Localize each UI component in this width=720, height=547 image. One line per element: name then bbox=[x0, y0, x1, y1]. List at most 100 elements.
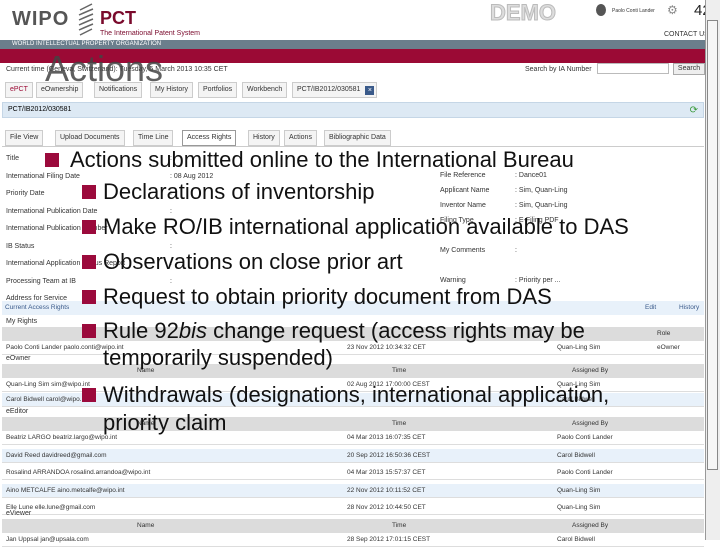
subtab-file-view[interactable]: File View bbox=[5, 130, 44, 146]
table-cell: 22 Nov 2012 10:11:52 CET bbox=[347, 486, 426, 494]
table-cell: 04 Mar 2013 15:57:37 CET bbox=[347, 469, 426, 476]
bullet-icon bbox=[82, 290, 96, 304]
column-header[interactable]: Time bbox=[392, 364, 406, 378]
user-cell[interactable]: Carol Bidwell carol@wipo.int bbox=[6, 393, 88, 407]
tab-application[interactable]: PCT/IB2012/030581 × bbox=[292, 82, 378, 98]
detail-label: International Publication Date bbox=[6, 207, 98, 215]
table-cell: 20 Sep 2012 16:50:36 CEST bbox=[347, 451, 431, 459]
user-cell[interactable]: Jan Uppsal jan@upsala.com bbox=[6, 533, 89, 547]
column-header[interactable]: Name bbox=[137, 519, 154, 533]
edit-link[interactable]: Edit bbox=[645, 301, 656, 315]
subtab-access-rights[interactable]: Access Rights bbox=[182, 130, 237, 146]
bullet-icon bbox=[45, 153, 59, 167]
detail-label: Inventor Name bbox=[440, 202, 486, 209]
bullet-text: Declarations of inventorship bbox=[103, 179, 375, 204]
tab-portfolios[interactable]: Portfolios bbox=[198, 82, 238, 98]
bullet-text: Observations on close prior art bbox=[103, 249, 403, 274]
table-cell: Paolo Conti Lander bbox=[557, 469, 613, 476]
detail-label: File Reference bbox=[440, 172, 486, 179]
table-cell: Quan-Ling Sim bbox=[557, 344, 601, 351]
refresh-icon[interactable]: ⟳ bbox=[690, 104, 698, 118]
table-row: Rosalind ARRANDOA rosalind.arrandoa@wipo… bbox=[2, 466, 704, 480]
history-link[interactable]: History bbox=[679, 301, 699, 315]
tab-application-label: PCT/IB2012/030581 bbox=[297, 86, 361, 93]
detail-label: International Filing Date bbox=[6, 172, 80, 180]
contact-link[interactable]: CONTACT US bbox=[664, 31, 709, 38]
section-label: eOwner bbox=[6, 355, 31, 362]
detail-label: Processing Team at IB bbox=[6, 277, 76, 285]
bullet-icon bbox=[82, 388, 96, 402]
slide-title: Actions bbox=[45, 48, 164, 89]
table-cell: eOwner bbox=[657, 344, 680, 351]
access-rights-title: Current Access Rights bbox=[5, 304, 70, 311]
search-label: Search by IA Number bbox=[525, 66, 592, 73]
user-cell[interactable]: Rosalind ARRANDOA rosalind.arrandoa@wipo… bbox=[6, 466, 150, 480]
table-cell: Quan-Ling Sim bbox=[557, 486, 601, 494]
user-name[interactable]: Paolo Conti Lander bbox=[612, 8, 655, 14]
demo-label: DEMO bbox=[490, 0, 557, 26]
table-row: Jan Uppsal jan@upsala.com 28 Sep 2012 17:… bbox=[2, 533, 704, 547]
bullet-icon bbox=[82, 324, 96, 338]
bullet-text: Request to obtain priority document from… bbox=[103, 284, 552, 309]
scrollbar-thumb[interactable] bbox=[707, 20, 718, 470]
column-header[interactable]: Assigned By bbox=[572, 417, 608, 431]
user-cell[interactable]: Quan-Ling Sim sim@wipo.int bbox=[6, 378, 90, 392]
user-cell[interactable]: David Reed davidreed@gmail.com bbox=[6, 449, 107, 463]
bullet-text-cont: temporarily suspended) bbox=[103, 345, 333, 370]
search-button[interactable]: Search bbox=[673, 63, 705, 75]
user-cell[interactable]: Beatriz LARGO beatriz.largo@wipo.int bbox=[6, 431, 117, 445]
tab-workbench[interactable]: Workbench bbox=[242, 82, 288, 98]
wipo-logo-icon bbox=[78, 3, 94, 36]
table-row: Elle Lune elle.lune@gmail.com 28 Nov 2012… bbox=[2, 501, 704, 515]
table-cell: Carol Bidwell bbox=[557, 451, 595, 459]
search-input[interactable] bbox=[597, 63, 669, 74]
application-number: PCT/IB2012/030581 bbox=[8, 106, 72, 113]
bullet-icon bbox=[82, 220, 96, 234]
subtab-time-line[interactable]: Time Line bbox=[133, 130, 174, 146]
table-header: Name Time Assigned By bbox=[2, 519, 704, 533]
subtab-actions[interactable]: Actions bbox=[284, 130, 317, 146]
bullet-icon bbox=[82, 255, 96, 269]
detail-value: : Sim, Quan-Ling bbox=[515, 187, 568, 194]
detail-label: Priority Date bbox=[6, 190, 45, 197]
column-header[interactable]: Time bbox=[392, 519, 406, 533]
table-cell: 28 Sep 2012 17:01:15 CEST bbox=[347, 536, 431, 543]
table-cell: Paolo Conti Lander bbox=[557, 434, 613, 441]
section-label: eEditor bbox=[6, 408, 29, 415]
bullet-text: Actions submitted online to the Internat… bbox=[70, 147, 574, 172]
bullet-icon bbox=[82, 185, 96, 199]
detail-value: : Sim, Quan-Ling bbox=[515, 202, 568, 209]
tab-epct[interactable]: ePCT bbox=[5, 82, 33, 98]
table-row: Aino METCALFE aino.metcalfe@wipo.int 22 N… bbox=[2, 483, 704, 498]
table-cell: 04 Mar 2013 16:07:35 CET bbox=[347, 434, 426, 441]
column-header[interactable]: Assigned By bbox=[572, 519, 608, 533]
detail-label: IB Status bbox=[6, 242, 35, 250]
subtab-bibliographic-data[interactable]: Bibliographic Data bbox=[324, 130, 391, 146]
detail-label: Title bbox=[6, 155, 19, 162]
pct-tagline: The International Patent System bbox=[100, 30, 200, 37]
column-header[interactable]: Time bbox=[392, 417, 406, 431]
subtab-upload-documents[interactable]: Upload Documents bbox=[55, 130, 125, 146]
gear-icon[interactable]: ⚙ bbox=[667, 3, 678, 17]
close-icon[interactable]: × bbox=[365, 86, 375, 95]
bullet-text: Make RO/IB international application ava… bbox=[103, 214, 629, 239]
table-cell: Quan-Ling Sim bbox=[557, 504, 601, 511]
table-cell: 23 Nov 2012 10:34:32 CET bbox=[347, 344, 426, 351]
detail-label: Warning bbox=[440, 277, 466, 284]
detail-label: Applicant Name bbox=[440, 187, 490, 194]
user-cell[interactable]: Aino METCALFE aino.metcalfe@wipo.int bbox=[6, 484, 125, 498]
subtab-history[interactable]: History bbox=[248, 130, 280, 146]
detail-value: : Dance01 bbox=[515, 172, 547, 179]
detail-value: : bbox=[515, 247, 517, 254]
wipo-logo: WIPO bbox=[12, 8, 70, 30]
section-label: eViewer bbox=[6, 510, 32, 517]
bullet-text: Withdrawals (designations, international… bbox=[103, 382, 610, 407]
pct-logo: PCT bbox=[100, 8, 136, 28]
column-header[interactable]: Assigned By bbox=[572, 364, 608, 378]
detail-label: My Comments bbox=[440, 247, 486, 254]
bullet-text: Rule 92bis change request (access rights… bbox=[103, 318, 585, 343]
user-icon bbox=[596, 4, 606, 16]
section-label: My Rights bbox=[6, 318, 38, 325]
bullet-text-cont: priority claim bbox=[103, 410, 227, 435]
application-bar: PCT/IB2012/030581 ⟳ bbox=[2, 102, 704, 118]
